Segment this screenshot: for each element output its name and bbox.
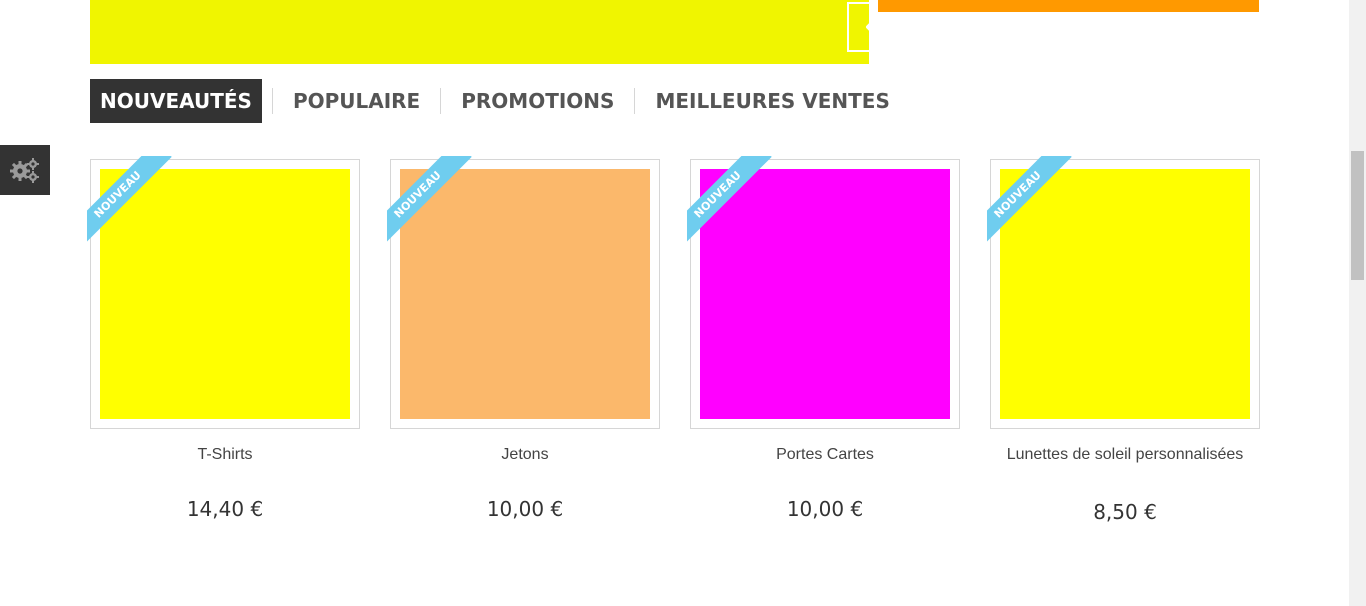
settings-toggle-button[interactable] — [0, 145, 50, 195]
new-badge-label: NOUVEAU — [87, 156, 172, 246]
product-card[interactable]: NOUVEAU T-Shirts 14,40 € — [87, 156, 360, 521]
product-card[interactable]: NOUVEAU Lunettes de soleil personnalisée… — [987, 156, 1260, 524]
slider-banner[interactable] — [90, 0, 946, 64]
product-image-frame[interactable]: NOUVEAU — [87, 156, 360, 429]
new-badge: NOUVEAU — [687, 156, 777, 246]
product-price: 10,00 € — [486, 497, 564, 521]
side-banner[interactable] — [878, 0, 1259, 12]
product-price: 14,40 € — [186, 497, 264, 521]
tab-promotions[interactable]: PROMOTIONS — [451, 79, 624, 123]
product-image-frame[interactable]: NOUVEAU — [687, 156, 960, 429]
new-badge-label: NOUVEAU — [687, 156, 772, 246]
product-tabs: NOUVEAUTÉS POPULAIRE PROMOTIONS MEILLEUR… — [90, 79, 900, 123]
tab-divider — [634, 88, 636, 114]
product-name[interactable]: Portes Cartes — [690, 443, 960, 489]
product-name[interactable]: Lunettes de soleil personnalisées — [990, 443, 1260, 489]
product-name[interactable]: T-Shirts — [90, 443, 360, 489]
new-badge-label: NOUVEAU — [987, 156, 1072, 246]
product-card[interactable]: NOUVEAU Jetons 10,00 € — [387, 156, 660, 521]
product-image-frame[interactable]: NOUVEAU — [987, 156, 1260, 429]
product-price: 10,00 € — [786, 497, 864, 521]
tab-populaire[interactable]: POPULAIRE — [283, 79, 430, 123]
tab-nouveautes[interactable]: NOUVEAUTÉS — [90, 79, 262, 123]
scrollbar-thumb[interactable] — [1351, 151, 1364, 280]
product-image-frame[interactable]: NOUVEAU — [387, 156, 660, 429]
tab-divider — [271, 88, 273, 114]
chevron-left-icon — [865, 17, 878, 37]
product-name[interactable]: Jetons — [390, 443, 660, 489]
new-badge: NOUVEAU — [987, 156, 1077, 246]
chevron-right-icon — [914, 17, 927, 37]
product-price: 8,50 € — [1093, 500, 1157, 524]
new-badge: NOUVEAU — [87, 156, 177, 246]
new-badge: NOUVEAU — [387, 156, 477, 246]
page-scrollbar[interactable] — [1349, 0, 1366, 606]
product-card[interactable]: NOUVEAU Portes Cartes 10,00 € — [687, 156, 960, 521]
gears-icon — [10, 158, 39, 183]
tab-divider — [440, 88, 442, 114]
tab-meilleures-ventes[interactable]: MEILLEURES VENTES — [645, 79, 899, 123]
new-badge-label: NOUVEAU — [387, 156, 472, 246]
